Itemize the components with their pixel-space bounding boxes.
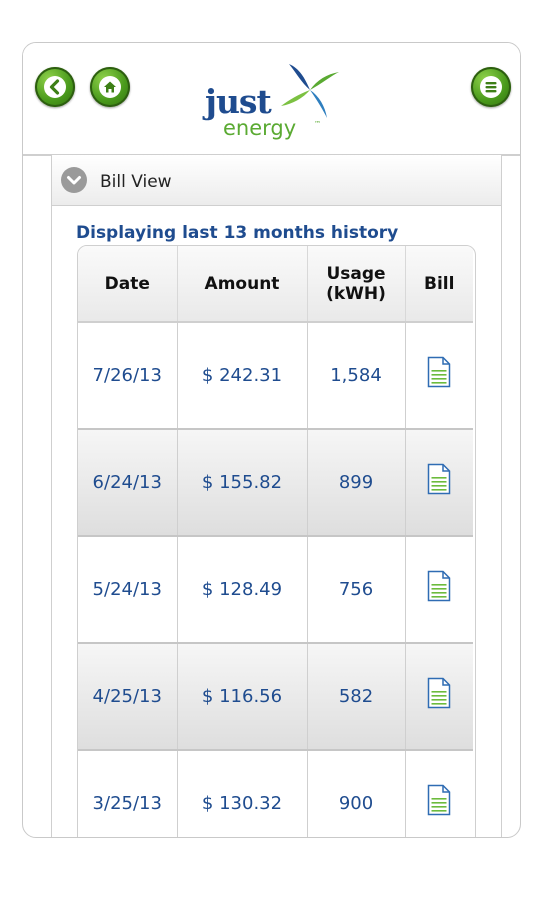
cell-amount: $ 128.49 — [177, 536, 308, 644]
history-label: Displaying last 13 months history — [76, 223, 399, 243]
pinwheel-logo-icon — [281, 64, 339, 118]
cell-amount: $ 116.56 — [177, 643, 308, 751]
chevron-down-icon — [61, 167, 87, 193]
cell-bill[interactable] — [405, 429, 473, 537]
document-icon[interactable] — [427, 784, 451, 816]
document-icon[interactable] — [427, 677, 451, 709]
cell-bill[interactable] — [405, 643, 473, 751]
document-icon[interactable] — [427, 570, 451, 602]
document-icon[interactable] — [427, 463, 451, 495]
cell-amount: $ 155.82 — [177, 429, 308, 537]
column-header-date: Date — [78, 246, 178, 323]
column-header-usage: Usage (kWH) — [307, 246, 406, 323]
table-row[interactable]: 4/25/13 $ 116.56 582 — [78, 643, 473, 751]
section-title: Bill View — [100, 172, 172, 192]
document-icon[interactable] — [427, 356, 451, 388]
cell-bill[interactable] — [405, 536, 473, 644]
cell-usage: 582 — [307, 643, 406, 751]
header-bar: just energy ™ — [23, 43, 520, 156]
bill-history-table: Date Amount Usage (kWH) Bill 7/26/13 $ 2… — [77, 245, 476, 837]
cell-usage: 899 — [307, 429, 406, 537]
home-icon — [99, 76, 121, 98]
cell-amount: $ 242.31 — [177, 322, 308, 430]
cell-date: 4/25/13 — [78, 643, 178, 751]
cell-usage: 756 — [307, 536, 406, 644]
cell-date: 5/24/13 — [78, 536, 178, 644]
menu-button[interactable] — [471, 67, 511, 107]
table-row[interactable]: 7/26/13 $ 242.31 1,584 — [78, 322, 473, 430]
usage-header-line1: Usage — [326, 263, 386, 284]
cell-amount: $ 130.32 — [177, 750, 308, 837]
cell-date: 7/26/13 — [78, 322, 178, 430]
back-button[interactable] — [35, 67, 75, 107]
just-energy-logo: just energy ™ — [203, 58, 343, 144]
column-header-amount: Amount — [177, 246, 308, 323]
cell-date: 6/24/13 — [78, 429, 178, 537]
bill-view-collapsible[interactable]: Bill View — [52, 155, 501, 206]
table-row[interactable]: 6/24/13 $ 155.82 899 — [78, 429, 473, 537]
back-arrow-icon — [44, 76, 66, 98]
logo-text-energy: energy — [223, 116, 297, 140]
usage-header-line2: (kWH) — [326, 283, 386, 304]
app-window: just energy ™ Bill View Displaying last … — [22, 42, 521, 838]
cell-usage: 900 — [307, 750, 406, 837]
logo-trademark: ™ — [314, 120, 321, 128]
cell-bill[interactable] — [405, 750, 473, 837]
cell-date: 3/25/13 — [78, 750, 178, 837]
table-header-row: Date Amount Usage (kWH) Bill — [78, 246, 473, 323]
cell-usage: 1,584 — [307, 322, 406, 430]
cell-bill[interactable] — [405, 322, 473, 430]
column-header-bill: Bill — [405, 246, 473, 323]
table-row[interactable]: 5/24/13 $ 128.49 756 — [78, 536, 473, 644]
content-panel: Bill View Displaying last 13 months hist… — [51, 155, 502, 837]
table-row[interactable]: 3/25/13 $ 130.32 900 — [78, 750, 473, 837]
home-button[interactable] — [90, 67, 130, 107]
menu-icon — [480, 76, 502, 98]
